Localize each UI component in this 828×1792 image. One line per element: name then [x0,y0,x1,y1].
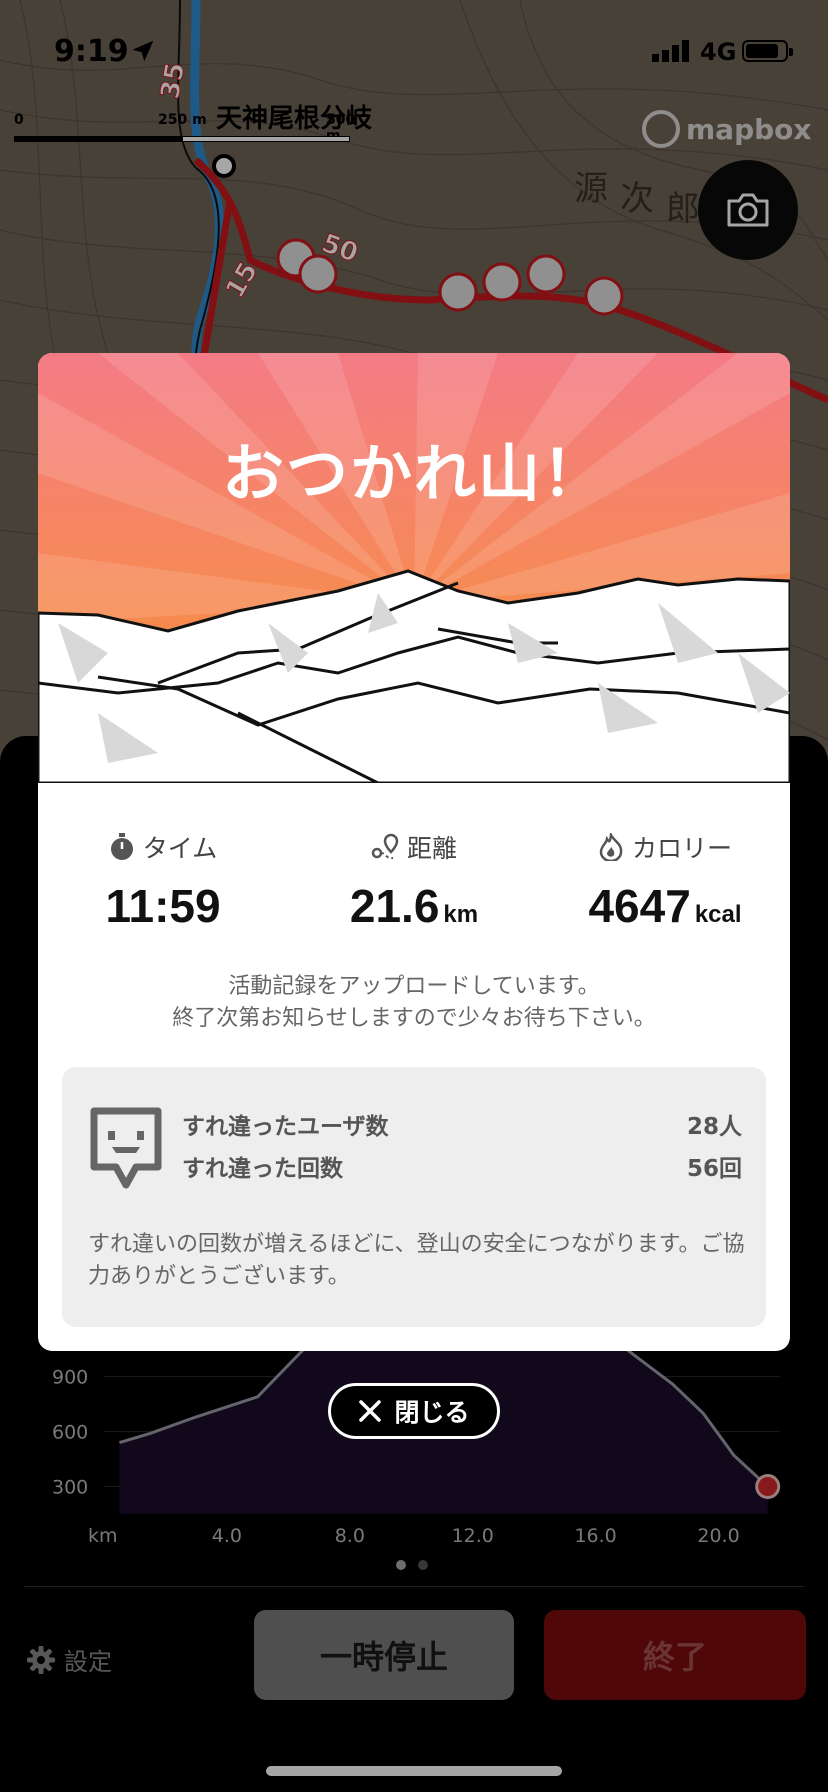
current-position-marker [755,1474,781,1500]
scale-zero: 0 [14,112,24,128]
mapbox-mark-icon [642,110,680,148]
home-indicator[interactable] [266,1766,562,1776]
close-icon [359,1400,382,1422]
bottom-controls: 設定 一時停止 終了 [0,1606,828,1706]
upload-message: 活動記録をアップロードしています。 終了次第お知らせしますので少々お待ち下さい。 [38,971,790,1035]
stat-calories-unit: kcal [694,901,742,928]
chart-x-tick: 12.0 [452,1525,494,1547]
stat-distance: 距離 21.6 km [289,829,539,933]
flame-icon [599,833,623,861]
stat-distance-label: 距離 [406,834,457,863]
signal-icon [652,40,689,62]
camera-button[interactable] [698,160,798,260]
elevation-chart: 900 600 300 km 4.0 8.0 12.0 16.0 20.0 [52,1347,781,1547]
map-place-label: 天神尾根分岐 [216,104,373,134]
encounter-count-label: すれ違った回数 [182,1156,343,1182]
chart-y-tick: 600 [52,1422,88,1444]
chart-x-tick: 20.0 [697,1525,739,1547]
stat-calories: カロリー 4647 kcal [540,829,790,933]
stat-calories-label: カロリー [631,834,732,863]
pause-button[interactable]: 一時停止 [254,1610,514,1700]
gear-icon [27,1645,55,1674]
stat-calories-value: 4647 [588,880,691,932]
chart-y-tick: 300 [52,1477,88,1499]
settings-button[interactable]: 設定 [26,1642,112,1677]
mapbox-wordmark: mapbox [686,112,812,146]
stat-time-value: 11:59 [105,880,221,932]
page-dot-1[interactable] [396,1560,406,1570]
chart-x-tick: 8.0 [335,1525,365,1547]
upload-message-line-2: 終了次第お知らせしますので少々お待ち下さい。 [172,1006,656,1031]
location-arrow-icon [132,40,154,62]
close-label: 閉じる [394,1398,470,1427]
status-time: 9:19 [54,34,129,69]
encounter-users-value: 28人 [686,1114,742,1140]
camera-icon [727,193,769,227]
encounter-users-label: すれ違ったユーザ数 [182,1114,389,1140]
summit-summary-modal: おつかれ山！ タイム 11:59 距離 21.6 km カロリー 4647 kc… [38,353,790,1351]
activity-stats: タイム 11:59 距離 21.6 km カロリー 4647 kcal [38,829,790,949]
network-type: 4G [700,38,737,66]
scale-mid: 250 m [158,112,207,128]
end-button[interactable]: 終了 [544,1610,806,1700]
stat-distance-unit: km [443,901,479,928]
mountain-sunburst-illustration [38,353,790,783]
chart-x-tick: 4.0 [212,1525,242,1547]
svg-text:郎: 郎 [666,189,700,229]
page-dot-2[interactable] [418,1560,428,1570]
encounter-users-row: すれ違ったユーザ数 28人 [182,1107,742,1141]
stat-time: タイム 11:59 [38,829,288,933]
encounter-note: すれ違いの回数が増えるほどに、登山の安全につながります。ご協力ありがとうございま… [88,1232,745,1289]
battery-icon [742,40,793,62]
chart-x-unit: km [88,1525,118,1547]
status-bar: 9:19 4G [0,34,828,74]
stat-distance-value: 21.6 [349,880,440,932]
upload-message-line-1: 活動記録をアップロードしています。 [228,974,600,999]
chart-x-tick: 16.0 [574,1525,616,1547]
encounter-summary: すれ違ったユーザ数 28人 すれ違った回数 56回 すれ違いの回数が増えるほどに… [62,1067,766,1327]
route-pin-icon [371,833,399,860]
mapbox-logo[interactable]: mapbox [642,110,811,148]
close-modal-button[interactable]: 閉じる [328,1383,500,1439]
panel-divider [24,1586,804,1587]
settings-label: 設定 [64,1648,112,1676]
stopwatch-icon [110,833,133,860]
encounter-count-value: 56回 [686,1156,742,1182]
stat-time-label: タイム [142,834,218,863]
svg-text:次: 次 [620,179,654,219]
page-indicator[interactable] [396,1560,428,1570]
modal-title: おつかれ山！ [221,437,606,510]
smiley-speech-bubble-icon [90,1107,162,1189]
encounter-count-row: すれ違った回数 56回 [182,1149,742,1183]
svg-text:源: 源 [574,169,608,209]
chart-y-tick: 900 [52,1367,88,1389]
